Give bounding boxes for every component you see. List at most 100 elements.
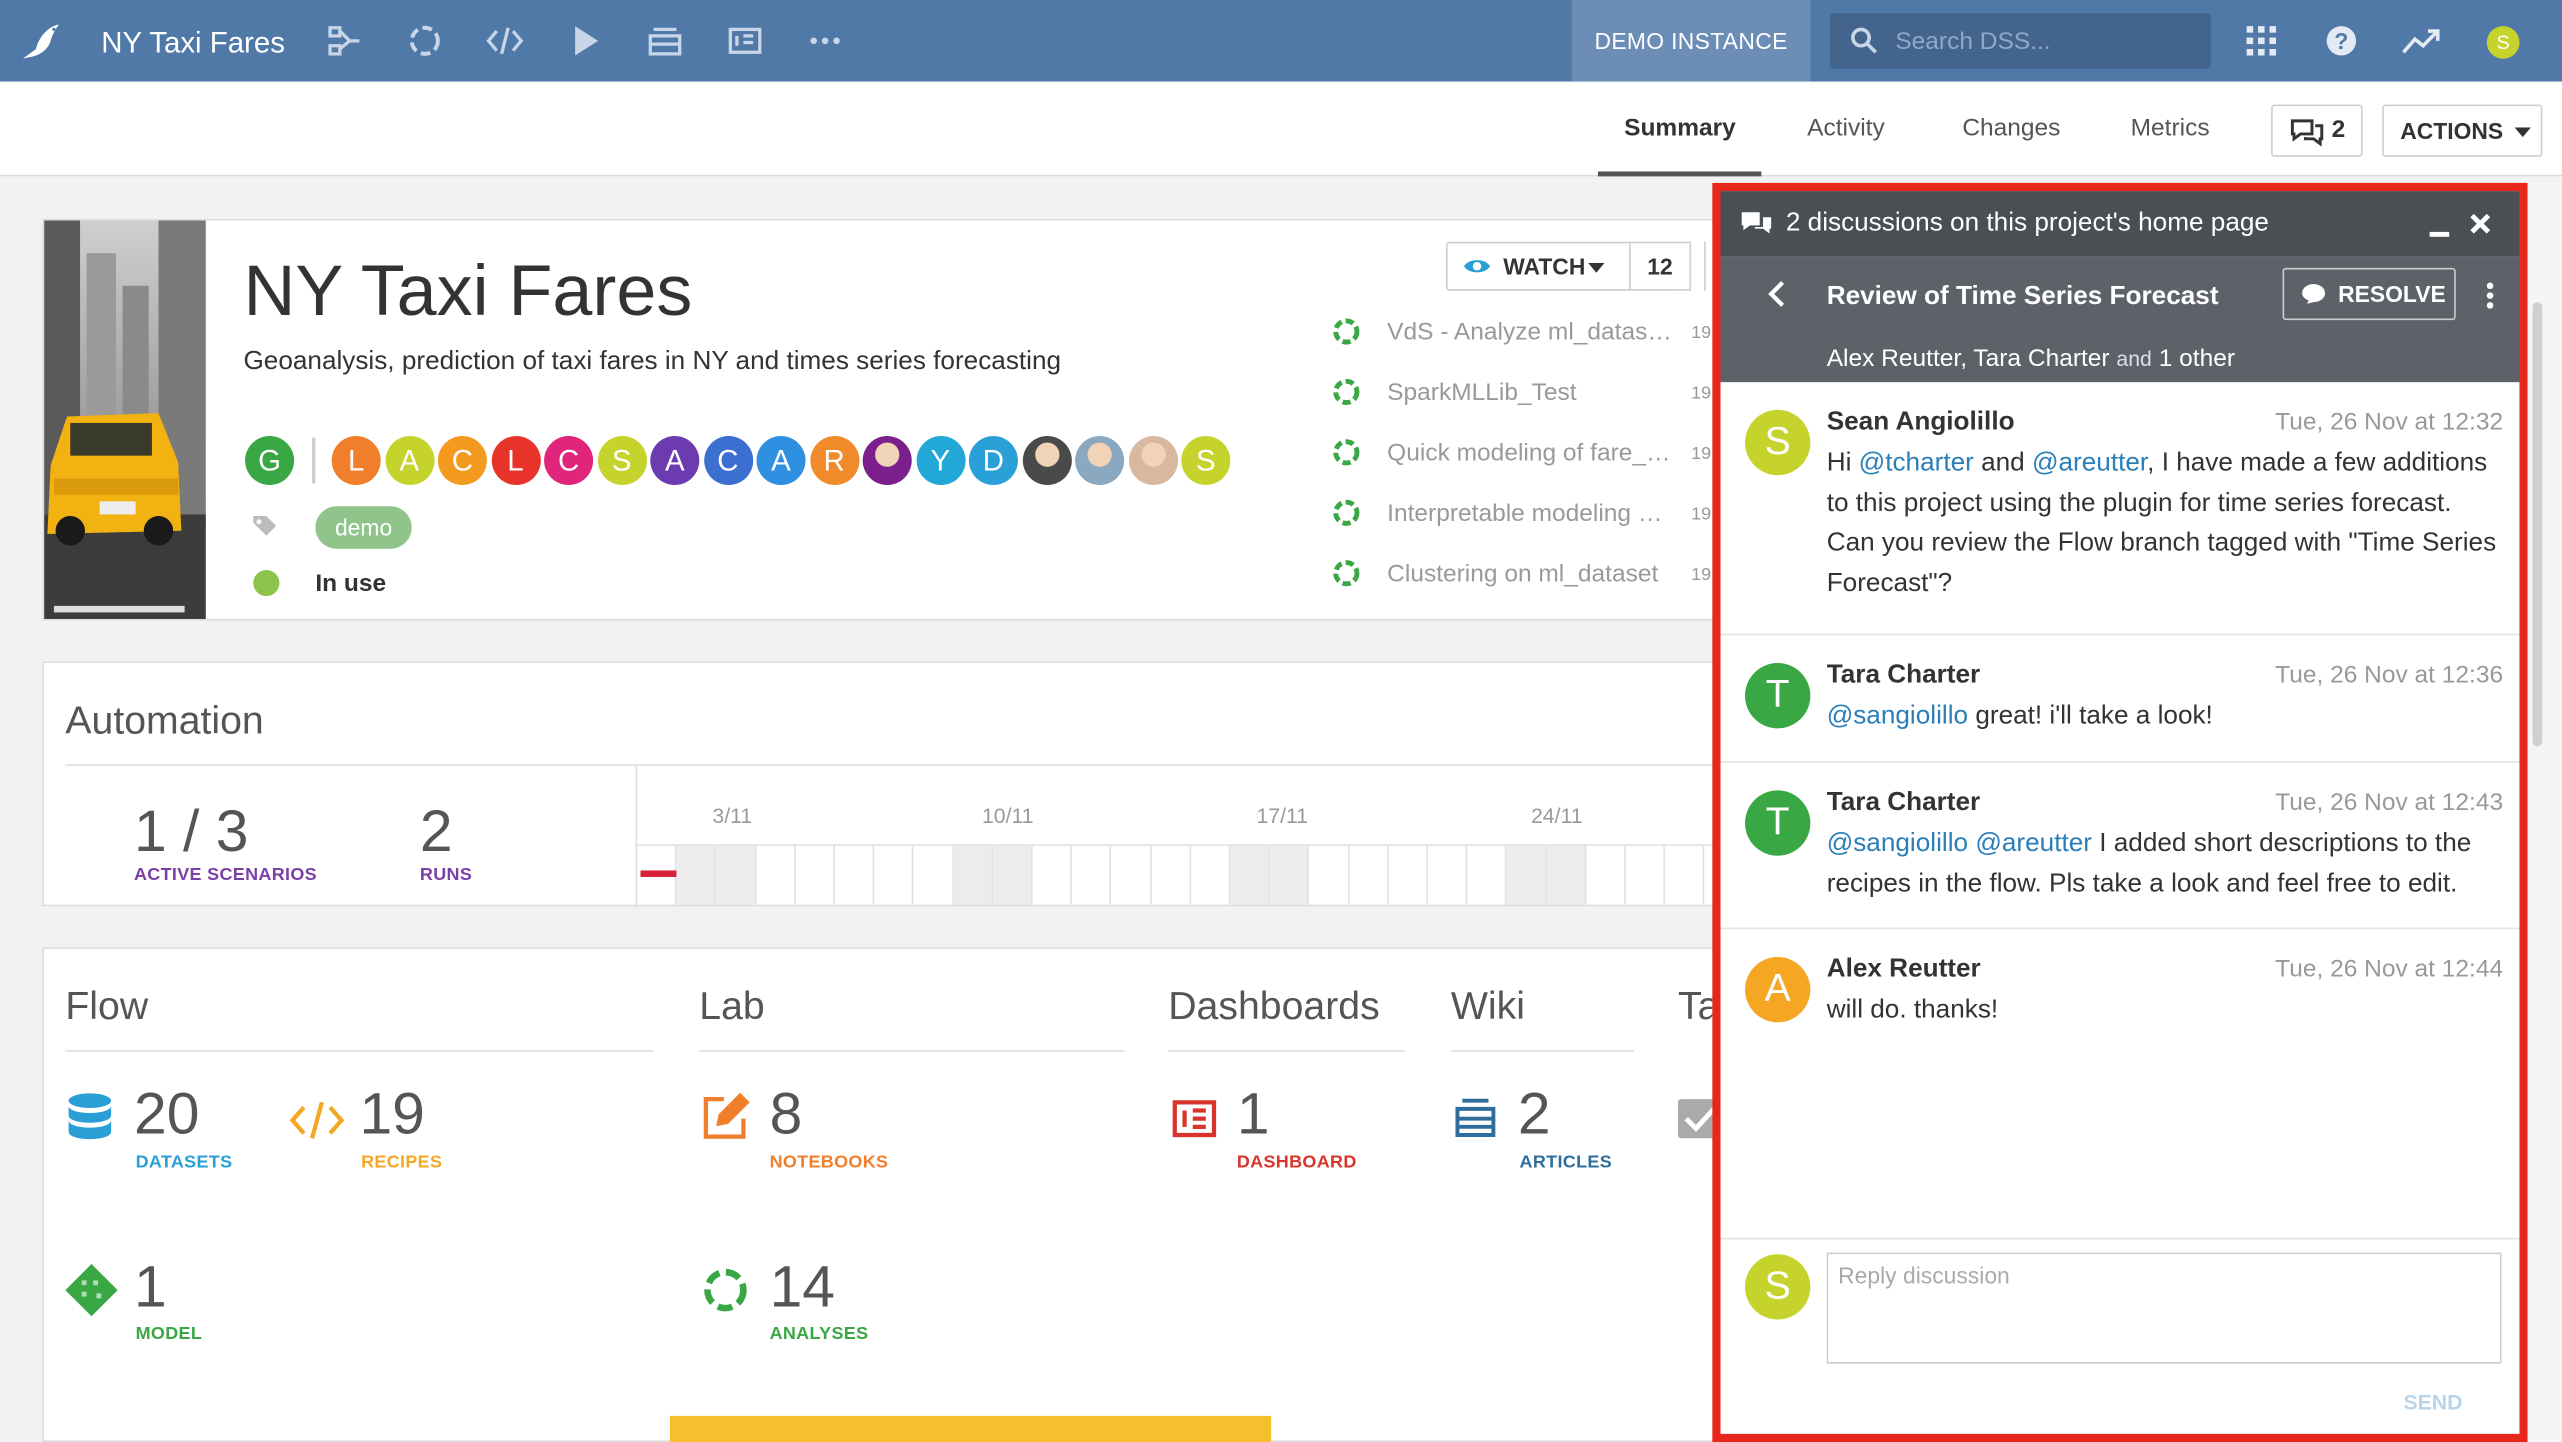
more-icon[interactable] bbox=[807, 23, 843, 59]
timeline-day-cell[interactable] bbox=[834, 844, 875, 905]
models-count[interactable]: 1 bbox=[134, 1253, 167, 1322]
user-mention-link[interactable]: @sangiolillo bbox=[1827, 702, 1968, 730]
tab-metrics[interactable]: Metrics bbox=[2131, 114, 2210, 142]
page-scrollbar-thumb[interactable] bbox=[2532, 302, 2543, 747]
contributor-avatar[interactable]: L bbox=[331, 436, 381, 486]
dashboard-icon[interactable] bbox=[727, 23, 763, 59]
timeline-day-cell[interactable] bbox=[1269, 844, 1310, 905]
analyses-count[interactable]: 14 bbox=[770, 1253, 835, 1322]
contributor-avatar[interactable]: D bbox=[968, 436, 1018, 486]
timeline-day-cell[interactable] bbox=[795, 844, 835, 905]
timeline-day-cell[interactable] bbox=[874, 844, 914, 905]
timeline-day-cell[interactable] bbox=[1230, 844, 1270, 905]
user-mention-link[interactable]: @areutter bbox=[2032, 449, 2147, 477]
code-icon[interactable] bbox=[485, 23, 524, 59]
recipes-code-icon[interactable] bbox=[289, 1099, 345, 1141]
contributor-avatar[interactable]: C bbox=[703, 436, 753, 486]
run-icon[interactable] bbox=[569, 23, 605, 59]
apps-grid-icon[interactable] bbox=[2245, 24, 2278, 57]
wiki-articles-count[interactable]: 2 bbox=[1518, 1079, 1551, 1148]
timeline-day-cell[interactable] bbox=[676, 844, 717, 905]
user-avatar[interactable]: S bbox=[2486, 26, 2520, 59]
project-name-link[interactable]: NY Taxi Fares bbox=[101, 23, 285, 62]
contributor-avatar[interactable]: A bbox=[650, 436, 700, 486]
watchers-count[interactable]: 12 bbox=[1628, 241, 1692, 291]
analysis-link[interactable]: VdS - Analyze ml_datas… bbox=[1387, 318, 1672, 346]
message-author[interactable]: Alex Reutter bbox=[1827, 955, 1981, 984]
active-scenarios-label[interactable]: ACTIVE SCENARIOS bbox=[134, 866, 317, 886]
timeline-day-cell[interactable] bbox=[1507, 844, 1547, 905]
active-scenarios-count[interactable]: 1 / 3 bbox=[134, 797, 248, 866]
user-mention-link[interactable]: @sangiolillo bbox=[1827, 830, 1968, 858]
contributor-avatar[interactable]: R bbox=[809, 436, 859, 486]
runs-count[interactable]: 2 bbox=[420, 797, 453, 866]
message-author-avatar[interactable]: T bbox=[1745, 790, 1811, 856]
message-author-avatar[interactable]: S bbox=[1745, 409, 1811, 476]
analyses-icon[interactable] bbox=[701, 1266, 750, 1315]
contributor-avatar[interactable]: A bbox=[756, 436, 806, 486]
discussion-participants[interactable]: Alex Reutter, Tara Charter and 1 other bbox=[1827, 345, 2235, 373]
dashboards-count[interactable]: 1 bbox=[1237, 1079, 1270, 1148]
tab-changes[interactable]: Changes bbox=[1962, 114, 2060, 142]
more-options-icon[interactable] bbox=[2485, 281, 2495, 310]
timeline-day-cell[interactable] bbox=[993, 844, 1033, 905]
contributor-photo-avatar[interactable] bbox=[862, 436, 912, 486]
timeline-day-cell[interactable] bbox=[953, 844, 994, 905]
wiki-icon[interactable] bbox=[647, 23, 683, 59]
contributor-photo-avatar[interactable] bbox=[1128, 436, 1178, 486]
wiki-articles-label[interactable]: ARTICLES bbox=[1520, 1153, 1612, 1173]
analyses-label[interactable]: ANALYSES bbox=[770, 1324, 869, 1344]
timeline-day-cell[interactable] bbox=[1111, 844, 1152, 905]
message-author[interactable]: Tara Charter bbox=[1827, 789, 1981, 818]
send-button[interactable]: SEND bbox=[2403, 1390, 2462, 1414]
contributor-avatar[interactable]: Y bbox=[915, 436, 965, 486]
tab-activity[interactable]: Activity bbox=[1807, 114, 1885, 142]
reply-discussion-textarea[interactable] bbox=[1828, 1254, 2500, 1363]
failed-run-marker[interactable] bbox=[640, 870, 677, 877]
models-label[interactable]: MODEL bbox=[136, 1324, 203, 1344]
user-mention-link[interactable]: @tcharter bbox=[1859, 449, 1974, 477]
flow-icon[interactable] bbox=[327, 23, 363, 59]
dashboards-label[interactable]: DASHBOARD bbox=[1237, 1153, 1357, 1173]
reply-input-box[interactable] bbox=[1826, 1252, 2502, 1364]
timeline-day-cell[interactable] bbox=[716, 844, 756, 905]
recipes-label[interactable]: RECIPES bbox=[361, 1153, 442, 1173]
contributor-avatar[interactable]: C bbox=[437, 436, 487, 486]
timeline-day-cell[interactable] bbox=[1625, 844, 1666, 905]
timeline-day-cell[interactable] bbox=[1388, 844, 1429, 905]
search-box[interactable] bbox=[1829, 13, 2211, 69]
timeline-day-cell[interactable] bbox=[1428, 844, 1468, 905]
notebooks-label[interactable]: NOTEBOOKS bbox=[770, 1153, 889, 1173]
message-author[interactable]: Sean Angiolillo bbox=[1827, 408, 2015, 437]
timeline-day-cell[interactable] bbox=[1032, 844, 1073, 905]
timeline-day-cell[interactable] bbox=[755, 844, 796, 905]
help-icon[interactable]: ? bbox=[2325, 24, 2358, 57]
highlight-banner[interactable] bbox=[669, 1415, 1272, 1442]
timeline-day-cell[interactable] bbox=[1586, 844, 1626, 905]
user-mention-link[interactable]: @areutter bbox=[1975, 830, 2092, 858]
project-tag[interactable]: demo bbox=[315, 506, 412, 549]
message-author-avatar[interactable]: A bbox=[1745, 956, 1811, 1023]
runs-label[interactable]: RUNS bbox=[420, 866, 472, 886]
contributor-avatar[interactable]: S bbox=[597, 436, 647, 486]
contributor-photo-avatar[interactable] bbox=[1075, 436, 1125, 486]
analysis-link[interactable]: SparkMLLib_Test bbox=[1387, 379, 1576, 407]
close-icon[interactable] bbox=[2469, 212, 2492, 235]
datasets-icon[interactable] bbox=[67, 1093, 113, 1145]
message-author[interactable]: Tara Charter bbox=[1827, 661, 1981, 690]
timeline-day-cell[interactable] bbox=[1151, 844, 1191, 905]
project-thumbnail-image[interactable] bbox=[44, 220, 206, 619]
timeline-day-cell[interactable] bbox=[1190, 844, 1231, 905]
analysis-link[interactable]: Interpretable modeling … bbox=[1387, 500, 1662, 528]
timeline-day-cell[interactable] bbox=[1072, 844, 1112, 905]
analysis-link[interactable]: Quick modeling of fare_… bbox=[1387, 439, 1670, 467]
message-author-avatar[interactable]: T bbox=[1745, 663, 1811, 729]
minimize-icon[interactable] bbox=[2428, 216, 2451, 239]
dashboard-icon[interactable] bbox=[1172, 1099, 1218, 1138]
dataiku-bird-logo-icon[interactable] bbox=[20, 20, 66, 62]
datasets-count[interactable]: 20 bbox=[134, 1079, 199, 1148]
runs-timeline[interactable]: 3/11 10/11 17/11 24/11 bbox=[637, 764, 1745, 908]
timeline-day-cell[interactable] bbox=[1665, 844, 1705, 905]
model-icon[interactable] bbox=[64, 1262, 120, 1318]
resolve-button[interactable]: RESOLVE bbox=[2282, 267, 2456, 321]
